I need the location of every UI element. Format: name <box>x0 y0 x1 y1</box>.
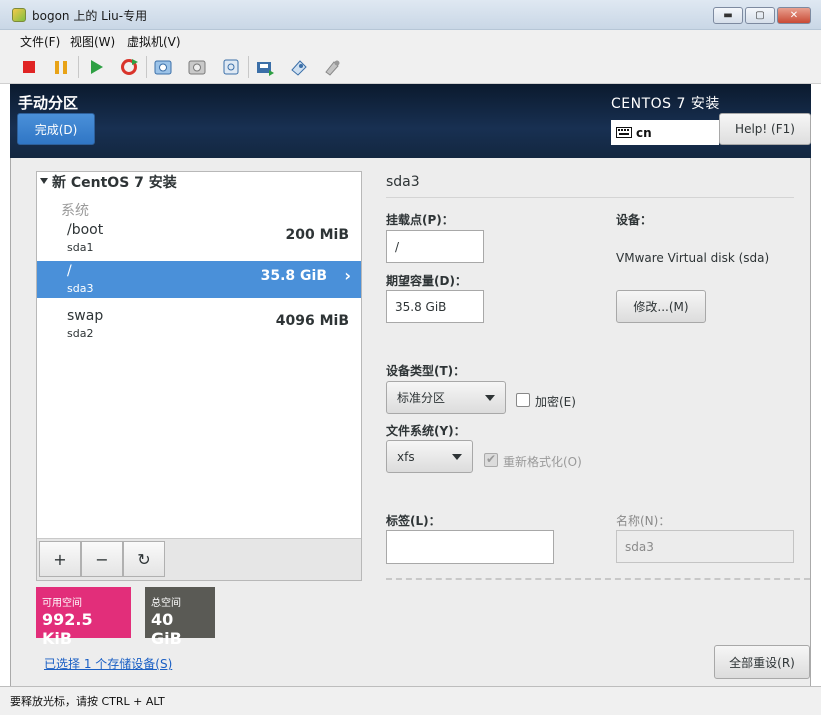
selected-partition-title: sda3 <box>386 174 420 190</box>
keyboard-layout-indicator[interactable]: cn <box>611 120 719 145</box>
partition-mount: /boot <box>67 222 104 238</box>
device-type-label: 设备类型(T)： <box>386 364 466 378</box>
device-value: VMware Virtual disk (sda) <box>616 251 770 265</box>
device-label: 设备： <box>616 213 653 227</box>
stop-icon[interactable] <box>18 56 40 78</box>
window-titlebar: bogon 上的 Liu-专用 ▬ ▢ ✕ <box>0 0 821 30</box>
menubar: 文件(F) 视图(W) 虚拟机(V) <box>0 30 821 50</box>
restore-button[interactable]: ▢ <box>745 7 775 24</box>
partition-device: sda3 <box>67 282 94 295</box>
menu-vm[interactable]: 虚拟机(V) <box>127 33 181 50</box>
minimize-button[interactable]: ▬ <box>713 7 743 24</box>
device-type-select[interactable]: 标准分区 <box>386 381 506 414</box>
partition-device: sda2 <box>67 327 94 340</box>
modify-button[interactable]: 修改...(M) <box>616 290 706 323</box>
partition-mount: / <box>67 263 72 279</box>
statusbar: 要释放光标，请按 CTRL + ALT <box>0 686 821 715</box>
total-space-value: 40 GiB <box>151 610 182 648</box>
window-title: bogon 上的 Liu-专用 <box>32 9 148 23</box>
reformat-checkbox[interactable] <box>484 452 498 467</box>
partition-group-label: 系统 <box>61 203 89 219</box>
filesystem-select[interactable]: xfs <box>386 440 473 473</box>
network-icon[interactable] <box>322 56 344 78</box>
partition-row-boot[interactable]: /boot sda1 200 MiB <box>37 220 361 257</box>
install-title: 新 CentOS 7 安装 <box>52 175 177 191</box>
tag-input[interactable] <box>386 530 554 564</box>
snapshot-manager-icon[interactable] <box>220 56 242 78</box>
done-button[interactable]: 完成(D) <box>17 113 95 145</box>
page-title: 手动分区 <box>18 94 79 112</box>
desired-capacity-input[interactable]: 35.8 GiB <box>386 290 484 323</box>
mount-point-input[interactable]: / <box>386 230 484 263</box>
revert-snapshot-icon[interactable] <box>186 56 208 78</box>
usb-icon[interactable] <box>254 56 276 78</box>
reformat-label: 重新格式化(O) <box>503 455 582 469</box>
filesystem-label: 文件系统(Y)： <box>386 424 466 438</box>
available-space-label: 可用空间 <box>42 598 82 609</box>
chevron-down-icon <box>452 454 462 460</box>
chevron-down-icon <box>485 395 495 401</box>
vmware-app-icon <box>12 8 26 22</box>
available-space-box: 可用空间 992.5 KiB <box>36 587 131 648</box>
partition-row-root[interactable]: / sda3 35.8 GiB › <box>37 261 361 298</box>
restart-icon[interactable] <box>118 56 140 78</box>
partition-device: sda1 <box>67 241 94 254</box>
remove-partition-button[interactable]: − <box>81 541 123 577</box>
total-space-box: 总空间 40 GiB <box>145 587 215 648</box>
device-type-value: 标准分区 <box>397 391 446 405</box>
filesystem-value: xfs <box>397 449 415 464</box>
play-icon[interactable] <box>86 56 108 78</box>
tag-label: 标签(L)： <box>386 514 441 528</box>
selected-storage-link[interactable]: 已选择 1 个存储设备(S) <box>44 655 172 672</box>
toolbar-separator <box>78 56 79 78</box>
encrypt-label: 加密(E) <box>535 395 576 409</box>
keyboard-layout-label: cn <box>636 125 652 140</box>
pause-icon[interactable] <box>50 56 72 78</box>
toolbar <box>0 50 821 84</box>
help-button[interactable]: Help! (F1) <box>719 113 811 145</box>
partition-row-swap[interactable]: swap sda2 4096 MiB <box>37 306 361 343</box>
divider <box>386 197 794 198</box>
reset-all-button[interactable]: 全部重设(R) <box>714 645 810 679</box>
menu-file[interactable]: 文件(F) <box>20 33 60 50</box>
available-space-value: 992.5 KiB <box>42 610 93 648</box>
name-input: sda3 <box>616 530 794 563</box>
encrypt-checkbox[interactable] <box>516 393 530 407</box>
partition-mount: swap <box>67 308 104 324</box>
snapshot-icon[interactable] <box>152 56 174 78</box>
status-message: 要释放光标，请按 CTRL + ALT <box>10 695 165 708</box>
partition-size: 200 MiB <box>285 227 350 243</box>
expander-arrow-icon[interactable] <box>40 178 48 184</box>
add-partition-button[interactable]: + <box>39 541 81 577</box>
partition-size: 4096 MiB <box>275 313 349 329</box>
toolbar-separator <box>248 56 249 78</box>
toolbar-separator <box>146 56 147 78</box>
chevron-right-icon: › <box>344 266 351 285</box>
total-space-label: 总空间 <box>151 598 181 609</box>
name-label: 名称(N)： <box>616 514 671 528</box>
close-button[interactable]: ✕ <box>777 7 811 24</box>
refresh-button[interactable]: ↻ <box>123 541 165 577</box>
mount-point-label: 挂载点(P)： <box>386 213 454 227</box>
product-title: CENTOS 7 安装 <box>611 96 720 112</box>
partition-size: 35.8 GiB <box>260 268 327 284</box>
keyboard-icon <box>616 127 632 138</box>
dashed-divider <box>386 578 810 580</box>
menu-view[interactable]: 视图(W) <box>70 33 115 50</box>
settings-icon[interactable] <box>288 56 310 78</box>
desired-capacity-label: 期望容量(D)： <box>386 274 467 288</box>
